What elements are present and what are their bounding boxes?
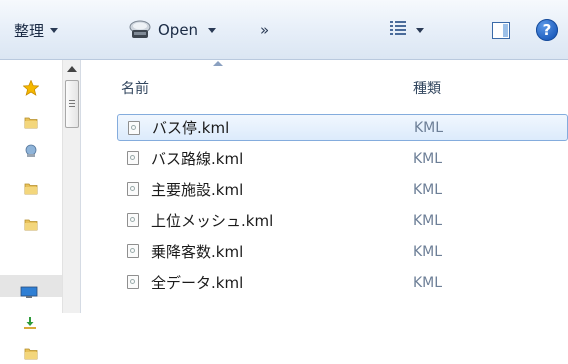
file-type: KML xyxy=(413,181,443,198)
toolbar: 整理 Open » ? xyxy=(0,0,568,60)
folder-icon[interactable] xyxy=(24,115,38,129)
network-icon[interactable] xyxy=(24,144,38,158)
file-name: バス停.kml xyxy=(152,119,230,137)
column-header-type[interactable]: 種類 xyxy=(413,78,441,114)
file-row[interactable]: バス路線.kml KML xyxy=(117,145,568,172)
view-options-button[interactable] xyxy=(390,0,424,60)
scroll-up-arrow-icon[interactable] xyxy=(67,66,77,72)
file-row[interactable]: 主要施設.kml KML xyxy=(117,176,568,203)
help-icon: ? xyxy=(536,19,558,41)
kml-file-icon xyxy=(127,275,139,289)
file-type: KML xyxy=(414,119,444,136)
file-row[interactable]: 上位メッシュ.kml KML xyxy=(117,207,568,234)
kml-file-icon xyxy=(127,213,139,227)
folder-icon[interactable] xyxy=(24,181,38,195)
help-button[interactable]: ? xyxy=(536,0,558,60)
pane-divider[interactable] xyxy=(80,60,81,313)
organize-label: 整理 xyxy=(14,21,45,40)
nav-scrollbar[interactable] xyxy=(62,60,80,313)
open-button[interactable]: Open xyxy=(128,0,217,60)
organize-button[interactable]: 整理 xyxy=(14,0,59,60)
preview-pane-icon xyxy=(492,21,510,39)
more-label: » xyxy=(260,21,270,39)
preview-pane-button[interactable] xyxy=(492,0,510,60)
star-icon[interactable] xyxy=(22,79,40,96)
kml-file-icon xyxy=(127,244,139,258)
file-type: KML xyxy=(413,274,443,291)
scroll-thumb[interactable] xyxy=(65,80,79,128)
file-row[interactable]: 全データ.kml KML xyxy=(117,269,568,296)
chevron-down-icon xyxy=(416,27,424,33)
file-name: バス路線.kml xyxy=(151,150,244,168)
column-header-name[interactable]: 名前 xyxy=(121,78,149,114)
file-row[interactable]: バス停.kml KML xyxy=(117,114,568,141)
computer-icon[interactable] xyxy=(20,286,38,300)
open-label: Open xyxy=(158,21,199,39)
file-name: 全データ.kml xyxy=(151,274,244,292)
folder-icon[interactable] xyxy=(24,217,38,231)
file-name: 主要施設.kml xyxy=(151,181,244,199)
chevron-down-icon xyxy=(208,27,217,33)
file-type: KML xyxy=(413,212,443,229)
more-commands-button[interactable]: » xyxy=(260,0,269,60)
sort-ascending-icon xyxy=(213,61,223,66)
file-name: 乗降客数.kml xyxy=(151,243,244,261)
download-folder-icon[interactable] xyxy=(23,316,37,330)
open-with-icon xyxy=(128,20,152,40)
file-type: KML xyxy=(413,243,443,260)
kml-file-icon xyxy=(127,151,139,165)
kml-file-icon xyxy=(127,182,139,196)
file-list: 名前 種類 バス停.kml KML バス路線.kml KML 主要施設.kml … xyxy=(97,60,568,313)
kml-file-icon xyxy=(128,121,140,135)
chevron-down-icon xyxy=(50,27,59,33)
file-type: KML xyxy=(413,150,443,167)
navigation-pane xyxy=(0,60,62,360)
details-view-icon xyxy=(390,21,406,39)
file-row[interactable]: 乗降客数.kml KML xyxy=(117,238,568,265)
folder-icon[interactable] xyxy=(24,346,38,360)
file-name: 上位メッシュ.kml xyxy=(151,212,274,230)
